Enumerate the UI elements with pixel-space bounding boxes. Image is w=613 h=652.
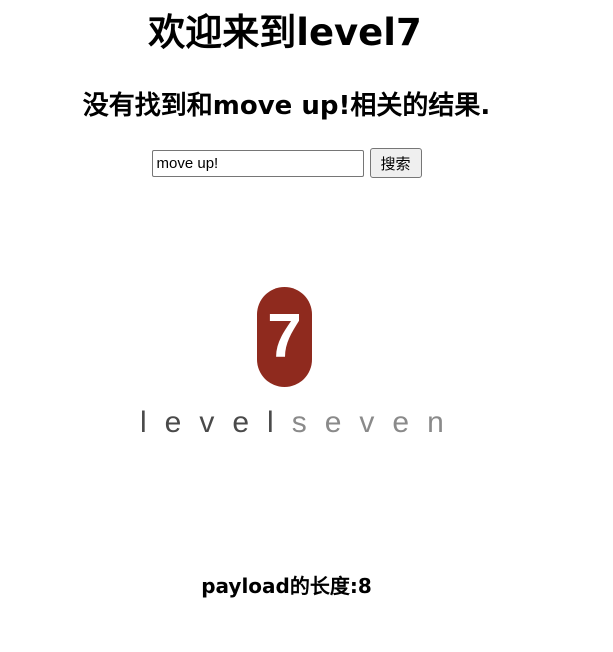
search-form: 搜索 <box>0 148 573 178</box>
logo-wordmark: levelseven <box>140 406 444 440</box>
page-title: 欢迎来到level7 <box>148 11 422 54</box>
page: 欢迎来到level7 没有找到和move up!相关的结果. 搜索 7 leve… <box>0 0 600 652</box>
logo-word-level: level <box>140 406 292 439</box>
logo-word-seven: seven <box>291 406 462 439</box>
search-button[interactable]: 搜索 <box>369 148 422 178</box>
logo-seven-badge: 7 <box>257 287 312 387</box>
payload-length-text: payload的长度:8 <box>201 574 372 598</box>
search-input[interactable] <box>151 149 364 177</box>
search-result-message: 没有找到和move up!相关的结果. <box>82 91 491 121</box>
level-seven-logo: 7 levelseven <box>140 283 444 443</box>
